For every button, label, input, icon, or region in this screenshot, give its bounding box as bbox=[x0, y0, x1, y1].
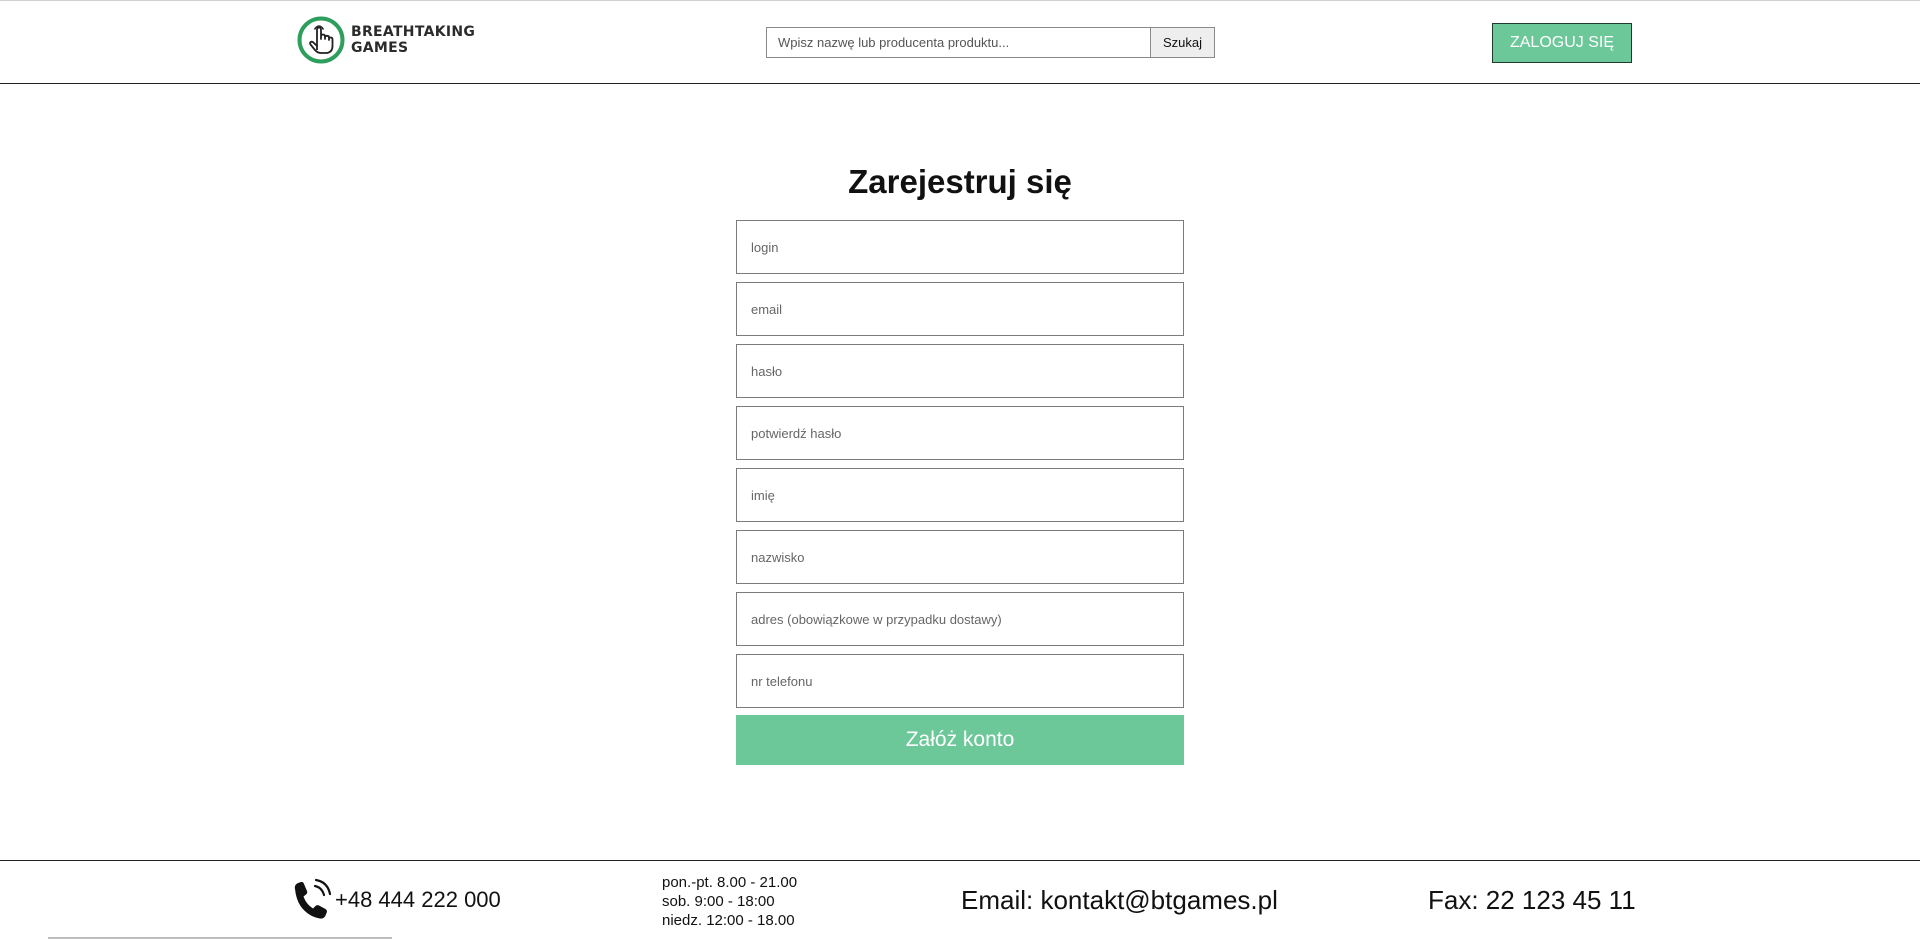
opening-hours: pon.-pt. 8.00 - 21.00 sob. 9:00 - 18:00 … bbox=[662, 873, 797, 930]
phone-icon bbox=[294, 878, 332, 919]
address-field[interactable] bbox=[736, 592, 1184, 646]
email-field[interactable] bbox=[736, 282, 1184, 336]
password-field[interactable] bbox=[736, 344, 1184, 398]
site-header: BREATHTAKING GAMES Szukaj ZALOGUJ SIĘ bbox=[0, 0, 1920, 84]
registration-form: Załóż konto bbox=[736, 220, 1184, 765]
hours-sunday: niedz. 12:00 - 18.00 bbox=[662, 912, 795, 929]
page-title: Zarejestruj się bbox=[848, 163, 1072, 200]
first-name-field[interactable] bbox=[736, 468, 1184, 522]
create-account-button[interactable]: Załóż konto bbox=[736, 715, 1184, 765]
phone-field[interactable] bbox=[736, 654, 1184, 708]
hours-weekdays: pon.-pt. 8.00 - 21.00 bbox=[662, 874, 798, 891]
login-button[interactable]: ZALOGUJ SIĘ bbox=[1492, 23, 1632, 63]
last-name-field[interactable] bbox=[736, 530, 1184, 584]
search-input[interactable] bbox=[766, 27, 1150, 58]
confirm-password-field[interactable] bbox=[736, 406, 1184, 460]
logo[interactable]: BREATHTAKING GAMES bbox=[297, 15, 475, 65]
footer-email: Email: kontakt@btgames.pl bbox=[961, 885, 1278, 915]
logo-text: BREATHTAKING GAMES bbox=[351, 24, 475, 56]
search-button[interactable]: Szukaj bbox=[1150, 27, 1215, 58]
logo-line-2: GAMES bbox=[351, 40, 409, 56]
hand-pointer-icon bbox=[297, 16, 345, 64]
footer-phone: +48 444 222 000 bbox=[289, 877, 501, 923]
page: BREATHTAKING GAMES Szukaj ZALOGUJ SIĘ Za… bbox=[0, 0, 1920, 939]
hours-saturday: sob. 9:00 - 18:00 bbox=[662, 893, 775, 910]
footer-fax: Fax: 22 123 45 11 bbox=[1428, 885, 1636, 915]
site-footer: +48 444 222 000 pon.-pt. 8.00 - 21.00 so… bbox=[0, 860, 1920, 939]
phone-number: +48 444 222 000 bbox=[335, 887, 501, 912]
logo-line-1: BREATHTAKING bbox=[351, 24, 476, 40]
login-field[interactable] bbox=[736, 220, 1184, 274]
search-bar: Szukaj bbox=[766, 27, 1215, 58]
